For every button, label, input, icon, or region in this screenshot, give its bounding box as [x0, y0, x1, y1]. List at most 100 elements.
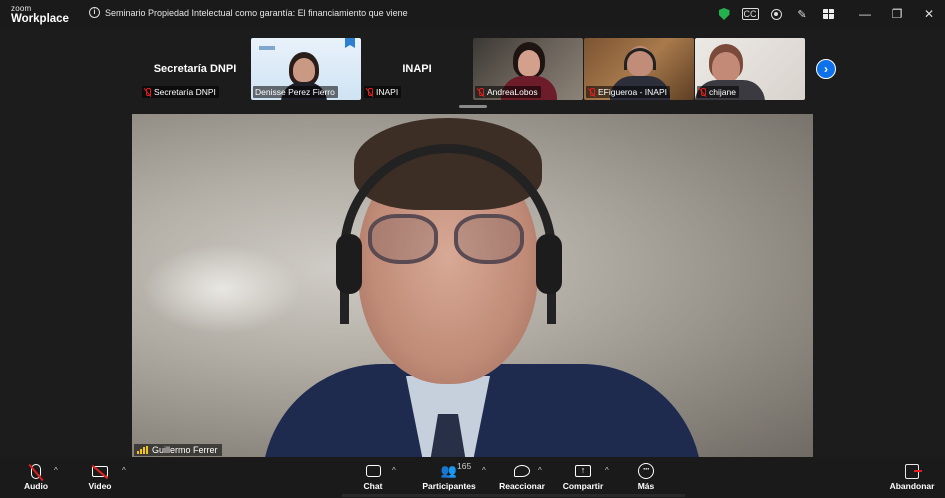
audio-button[interactable]: Audio	[24, 461, 48, 497]
mic-muted-icon	[588, 87, 595, 97]
participant-name-tag: EFigueroa - INAPI	[586, 86, 670, 98]
minimize-button[interactable]: —	[849, 0, 881, 28]
minimize-icon: —	[859, 7, 871, 21]
mic-muted-icon	[699, 87, 706, 97]
participant-tile[interactable]: chijane	[695, 38, 805, 100]
participants-count: 165	[457, 461, 472, 471]
chat-label: Chat	[363, 481, 383, 491]
more-icon: ···	[638, 463, 654, 479]
filmstrip-resize-handle[interactable]	[459, 105, 487, 108]
participant-name-tag: Denisse Perez Fierro	[253, 86, 338, 98]
zoom-logo: zoom Workplace	[11, 5, 69, 26]
video-off-icon	[92, 465, 108, 477]
active-speaker-video: Guillermo Ferrer	[132, 114, 813, 457]
video-options-caret[interactable]: ^	[122, 466, 126, 475]
glasses-left-lens	[368, 214, 438, 264]
chat-button[interactable]: Chat	[360, 461, 386, 497]
audio-label: Audio	[23, 481, 49, 491]
chevron-right-icon: ›	[824, 62, 828, 76]
leave-label: Abandonar	[889, 481, 935, 491]
participant-name-tag: INAPI	[364, 86, 402, 98]
info-icon[interactable]: i	[89, 7, 100, 18]
participants-options-caret[interactable]: ^	[482, 466, 486, 475]
mic-muted-icon	[477, 87, 484, 97]
reactions-icon	[514, 465, 530, 477]
participants-icon: 👥	[440, 463, 458, 478]
toolbar-center-underline	[342, 494, 685, 497]
participants-button[interactable]: 👥 165 Participantes	[422, 461, 476, 497]
participant-name-tag: Secretaría DNPI	[142, 86, 219, 98]
gallery-view-icon	[822, 9, 834, 19]
audio-level-icon	[137, 446, 148, 454]
mic-muted-icon	[366, 87, 373, 97]
share-label: Compartir	[562, 481, 604, 491]
headset-earcup-left	[336, 234, 362, 294]
mic-muted-icon	[144, 87, 151, 97]
participant-display-name: Secretaría DNPI	[153, 63, 237, 75]
video-filmstrip: Secretaría DNPI Secretaría DNPI Denisse …	[140, 38, 836, 100]
participant-face	[293, 58, 315, 82]
logo-product-text: Workplace	[11, 13, 69, 25]
restore-icon: ❐	[891, 7, 903, 21]
slide-logo	[259, 46, 275, 50]
participant-tile[interactable]: Denisse Perez Fierro	[251, 38, 361, 100]
participant-name: EFigueroa - INAPI	[598, 87, 667, 97]
participant-name-tag: AndreaLobos	[475, 86, 541, 98]
reactions-options-caret[interactable]: ^	[538, 466, 542, 475]
participant-name: AndreaLobos	[487, 87, 538, 97]
leave-icon	[905, 463, 922, 479]
reactions-label: Reaccionar	[499, 481, 545, 491]
headset-earcup-right	[536, 234, 562, 294]
share-screen-icon: ↑	[575, 465, 591, 477]
logo-small-text: zoom	[11, 4, 32, 13]
share-options-caret[interactable]: ^	[605, 466, 609, 475]
close-icon: ✕	[923, 7, 935, 21]
speaker-name-tag: Guillermo Ferrer	[134, 444, 222, 456]
close-button[interactable]: ✕	[913, 0, 945, 28]
view-button[interactable]	[815, 0, 841, 28]
next-page-button[interactable]: ›	[816, 59, 836, 79]
participant-name: chijane	[709, 87, 736, 97]
participant-tile[interactable]: Secretaría DNPI Secretaría DNPI	[140, 38, 250, 100]
leave-button[interactable]: Abandonar	[888, 461, 936, 497]
chat-options-caret[interactable]: ^	[392, 466, 396, 475]
title-bar-controls: CC ✎ — ❐ ✕	[711, 0, 945, 28]
restore-button[interactable]: ❐	[881, 0, 913, 28]
annotate-button[interactable]: ✎	[789, 0, 815, 28]
annotate-icon: ✎	[797, 8, 807, 21]
participant-name-tag: chijane	[697, 86, 739, 98]
more-button[interactable]: ··· Más	[636, 461, 656, 497]
participant-face	[518, 50, 540, 76]
audio-options-caret[interactable]: ^	[54, 466, 58, 475]
participant-display-name: INAPI	[402, 63, 432, 75]
participant-tile[interactable]: AndreaLobos	[473, 38, 583, 100]
glasses-right-lens	[454, 214, 524, 264]
video-label: Video	[88, 481, 112, 491]
speaker-name: Guillermo Ferrer	[152, 445, 218, 455]
captions-button[interactable]: CC	[737, 0, 763, 28]
security-shield-button[interactable]	[711, 0, 737, 28]
participant-name: INAPI	[376, 87, 399, 97]
meeting-controls-toolbar: Audio ^ Video ^ Chat ^ 👥 165 Participant…	[0, 457, 945, 498]
record-icon	[770, 8, 782, 20]
bookmark-decoration	[345, 38, 355, 48]
background-light	[142, 244, 302, 334]
participant-name: Denisse Perez Fierro	[255, 87, 335, 97]
participant-tile[interactable]: EFigueroa - INAPI	[584, 38, 694, 100]
meeting-title: Seminario Propiedad Intelectual como gar…	[105, 7, 408, 18]
headset	[624, 48, 656, 70]
chat-icon	[365, 465, 381, 477]
meeting-info[interactable]: i Seminario Propiedad Intelectual como g…	[89, 7, 408, 18]
mic-muted-icon	[31, 463, 41, 479]
share-screen-button[interactable]: ↑ Compartir	[563, 461, 603, 497]
participants-label: Participantes	[422, 481, 476, 491]
participant-tile[interactable]: INAPI INAPI	[362, 38, 472, 100]
captions-icon: CC	[741, 8, 759, 20]
shield-icon	[718, 8, 730, 20]
participant-face	[712, 52, 740, 82]
video-button[interactable]: Video	[86, 461, 114, 497]
zoom-meeting-window: zoom Workplace i Seminario Propiedad Int…	[0, 0, 945, 498]
more-label: Más	[637, 481, 655, 491]
record-button[interactable]	[763, 0, 789, 28]
title-bar: zoom Workplace i Seminario Propiedad Int…	[0, 0, 945, 28]
